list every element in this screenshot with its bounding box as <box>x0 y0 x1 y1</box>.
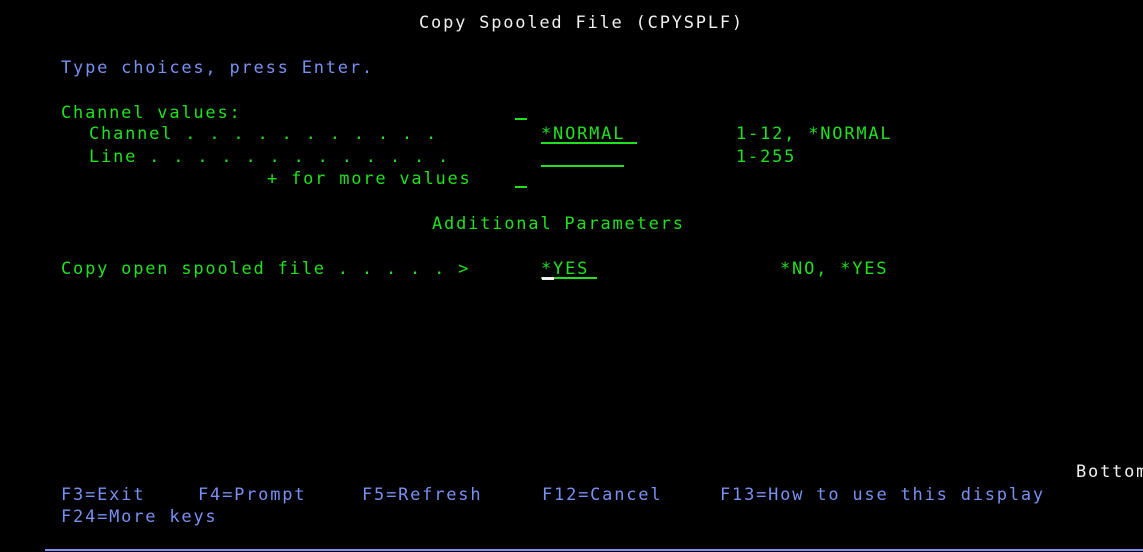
channel-label: Channel . . . . . . . . . . . <box>89 124 439 144</box>
line-allowed-values: 1-255 <box>736 147 797 167</box>
fkey-f5-refresh[interactable]: F5=Refresh <box>362 485 482 505</box>
additional-parameters-heading: Additional Parameters <box>432 214 685 234</box>
fkey-f12-cancel[interactable]: F12=Cancel <box>542 485 662 505</box>
bottom-rule <box>45 549 1143 551</box>
channel-value: *NORMAL <box>541 124 626 144</box>
fkey-f13-help[interactable]: F13=How to use this display <box>720 485 1045 505</box>
channel-input[interactable]: *NORMAL <box>541 124 637 144</box>
line-label: Line . . . . . . . . . . . . . <box>89 147 451 167</box>
text-cursor <box>542 277 554 280</box>
fkey-f4-prompt[interactable]: F4=Prompt <box>198 485 306 505</box>
screen-title: Copy Spooled File (CPYSPLF) <box>419 13 744 33</box>
more-values-input[interactable] <box>515 186 527 188</box>
instruction-text: Type choices, press Enter. <box>61 58 374 78</box>
fkey-f3-exit[interactable]: F3=Exit <box>61 485 145 505</box>
channel-values-more-prompt[interactable] <box>515 118 527 120</box>
more-values-label: + for more values <box>267 169 472 189</box>
copy-open-input[interactable]: *YES <box>541 259 597 279</box>
channel-values-label: Channel values: <box>61 103 242 123</box>
fkey-f24-more-keys[interactable]: F24=More keys <box>61 507 217 527</box>
line-input[interactable] <box>541 147 624 167</box>
copy-open-allowed-values: *NO, *YES <box>780 259 889 279</box>
copy-open-label: Copy open spooled file . . . . . > <box>61 259 471 279</box>
channel-allowed-values: 1-12, *NORMAL <box>736 124 893 144</box>
copy-open-value: *YES <box>541 259 590 279</box>
position-indicator: Bottom <box>1076 462 1143 482</box>
